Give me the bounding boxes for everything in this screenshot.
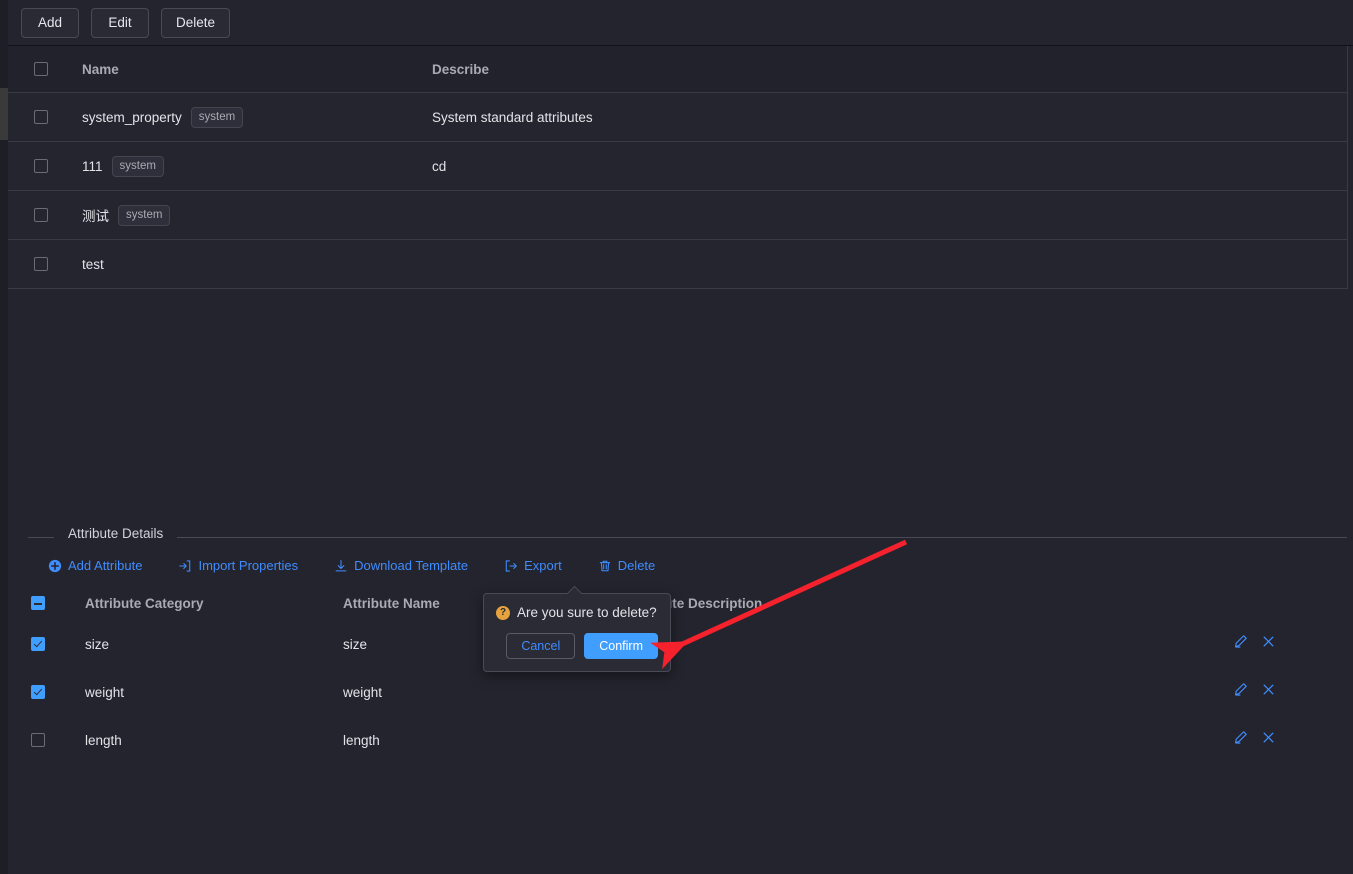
- edit-button[interactable]: Edit: [91, 7, 149, 38]
- confirm-message: Are you sure to delete?: [517, 605, 657, 620]
- import-icon: [178, 559, 192, 573]
- close-x-icon[interactable]: [1261, 730, 1276, 750]
- attribute-actions-bar: Add Attribute Import Properties Download…: [48, 558, 691, 573]
- edit-pencil-icon[interactable]: [1233, 682, 1248, 702]
- edit-pencil-icon[interactable]: [1233, 634, 1248, 654]
- delete-label: Delete: [617, 558, 656, 573]
- import-properties-link[interactable]: Import Properties: [178, 558, 298, 573]
- page-content: Add Edit Delete Name Describe system_pro…: [8, 0, 1353, 874]
- page-scrollbar-track[interactable]: [0, 0, 8, 874]
- row-checkbox[interactable]: [33, 257, 48, 271]
- column-header-attribute-category[interactable]: Attribute Category: [51, 596, 343, 611]
- attribute-row[interactable]: length length: [16, 716, 1353, 764]
- row-checkbox[interactable]: [33, 159, 48, 173]
- category-table: Name Describe system_property system Sys…: [8, 46, 1348, 289]
- attribute-category: length: [85, 732, 122, 748]
- table-row[interactable]: 测试 system: [8, 191, 1347, 240]
- row-describe: cd: [432, 158, 447, 174]
- attribute-row-select-cell: [16, 733, 51, 747]
- row-select-cell: [8, 159, 73, 173]
- table-header-row: Name Describe: [8, 46, 1347, 93]
- download-template-label: Download Template: [354, 558, 469, 573]
- column-header-name[interactable]: Name: [73, 62, 423, 77]
- select-all-checkbox[interactable]: [33, 62, 48, 76]
- select-all-cell: [8, 62, 73, 76]
- attribute-row[interactable]: size size: [16, 620, 1353, 668]
- app-root: Add Edit Delete Name Describe system_pro…: [0, 0, 1353, 874]
- attribute-row-checkbox[interactable]: [30, 637, 45, 651]
- attribute-category: weight: [85, 684, 125, 700]
- row-name-cell: 测试 system: [73, 204, 423, 226]
- row-checkbox[interactable]: [33, 110, 48, 124]
- row-select-cell: [8, 257, 73, 271]
- row-name-cell: test: [73, 257, 423, 272]
- add-attribute-link[interactable]: Add Attribute: [48, 558, 142, 573]
- attribute-row-operations: [1233, 730, 1353, 750]
- page-scrollbar-thumb[interactable]: [0, 88, 8, 140]
- attribute-name: weight: [343, 684, 383, 700]
- row-select-cell: [8, 110, 73, 124]
- attribute-details-section: Attribute Details Add Attribute Import P…: [16, 518, 1353, 874]
- main-toolbar: Add Edit Delete: [8, 0, 1353, 46]
- add-attribute-label: Add Attribute: [68, 558, 143, 573]
- download-icon: [334, 559, 348, 573]
- export-label: Export: [524, 558, 562, 573]
- row-name: 测试: [82, 209, 109, 224]
- table-row[interactable]: 111 system cd: [8, 142, 1347, 191]
- export-icon: [504, 559, 518, 573]
- row-select-cell: [8, 208, 73, 222]
- download-template-link[interactable]: Download Template: [334, 558, 468, 573]
- attribute-select-all-cell: [16, 596, 51, 610]
- confirm-message-row: ? Are you sure to delete?: [496, 605, 658, 620]
- export-link[interactable]: Export: [504, 558, 562, 573]
- edit-pencil-icon[interactable]: [1233, 730, 1248, 750]
- attribute-row-operations: [1233, 682, 1353, 702]
- row-tag: system: [118, 204, 171, 226]
- row-tag: system: [111, 155, 164, 177]
- delete-confirm-popover: ? Are you sure to delete? Cancel Confirm: [483, 593, 671, 672]
- attribute-name: length: [343, 732, 380, 748]
- attribute-row-select-cell: [16, 637, 51, 651]
- row-name-cell: 111 system: [73, 155, 423, 177]
- table-row[interactable]: system_property system System standard a…: [8, 93, 1347, 142]
- question-mark-icon: ?: [496, 605, 510, 620]
- row-tag: system: [190, 106, 244, 128]
- column-header-describe[interactable]: Describe: [423, 62, 1347, 77]
- delete-button[interactable]: Delete: [161, 7, 231, 38]
- row-name: system_property: [82, 109, 182, 125]
- attribute-row-checkbox[interactable]: [30, 685, 45, 699]
- plus-circle-icon: [48, 559, 62, 573]
- close-x-icon[interactable]: [1261, 682, 1276, 702]
- fieldset-legend: Attribute Details: [54, 526, 178, 541]
- delete-link[interactable]: Delete: [598, 558, 656, 573]
- attribute-select-all-checkbox[interactable]: [30, 596, 45, 610]
- import-properties-label: Import Properties: [198, 558, 299, 573]
- add-button[interactable]: Add: [21, 7, 79, 38]
- popover-cancel-button[interactable]: Cancel: [506, 633, 576, 659]
- row-name: test: [82, 256, 104, 272]
- table-row[interactable]: test: [8, 240, 1347, 289]
- attribute-row-select-cell: [16, 685, 51, 699]
- close-x-icon[interactable]: [1261, 634, 1276, 654]
- row-name: 111: [82, 158, 103, 174]
- attribute-category: size: [85, 636, 110, 652]
- attribute-table: Attribute Category Attribute Name Attrib…: [16, 586, 1353, 764]
- popover-confirm-button[interactable]: Confirm: [584, 633, 658, 659]
- row-checkbox[interactable]: [33, 208, 48, 222]
- column-header-attribute-description[interactable]: Attribute Description: [628, 596, 1233, 611]
- fieldset-divider: [28, 537, 1347, 538]
- attribute-row[interactable]: weight weight: [16, 668, 1353, 716]
- confirm-actions: Cancel Confirm: [496, 633, 658, 659]
- row-describe: System standard attributes: [432, 109, 593, 125]
- row-name-cell: system_property system: [73, 106, 423, 128]
- attribute-row-checkbox[interactable]: [30, 733, 45, 747]
- trash-icon: [598, 559, 612, 573]
- attribute-table-header-row: Attribute Category Attribute Name Attrib…: [16, 586, 1353, 620]
- attribute-row-operations: [1233, 634, 1353, 654]
